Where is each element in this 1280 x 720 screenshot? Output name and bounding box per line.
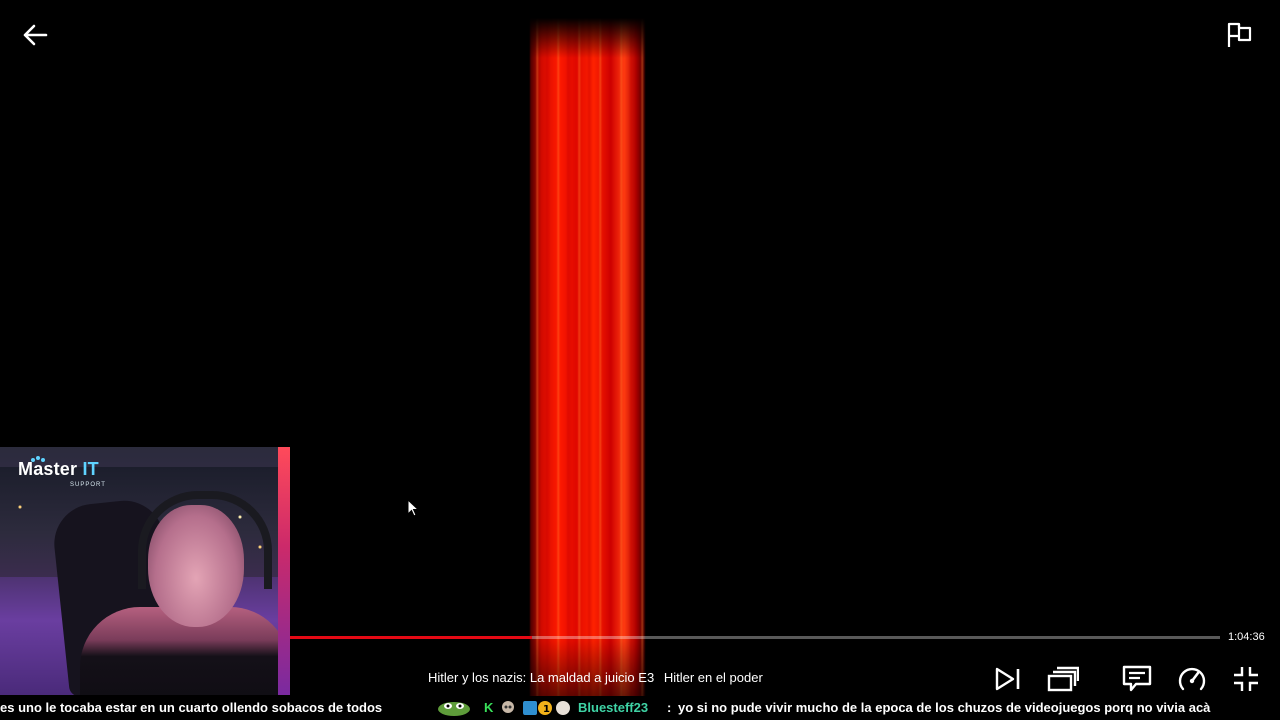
webcam-headset xyxy=(138,491,272,589)
sponsor-logo-subtitle: SUPPORT xyxy=(70,482,106,488)
chat-separator: : xyxy=(667,700,672,715)
mouse-pointer-icon xyxy=(407,499,419,517)
sponsor-logo: Master IT SUPPORT xyxy=(16,456,136,493)
playback-speed-icon xyxy=(1178,667,1206,691)
video-frame-red-light xyxy=(530,18,645,698)
subtitles-icon xyxy=(1122,665,1152,692)
episode-title: Hitler y los nazis: La maldad a juicio E… xyxy=(428,670,763,685)
chat-badges-icon: 1 xyxy=(523,701,570,715)
show-title: Hitler y los nazis: La maldad a juicio xyxy=(428,670,635,685)
exit-fullscreen-icon xyxy=(1234,667,1258,691)
chat-username: Bluesteff23 xyxy=(578,700,649,715)
streamer-webcam: Master IT SUPPORT xyxy=(0,447,290,695)
flag-icon[interactable] xyxy=(1222,18,1256,52)
next-episode-button[interactable] xyxy=(993,664,1023,694)
back-arrow-icon[interactable] xyxy=(18,18,52,52)
skull-emote-icon xyxy=(502,701,514,713)
progress-bar[interactable] xyxy=(290,636,1220,639)
exit-fullscreen-button[interactable] xyxy=(1231,664,1261,694)
next-episode-icon xyxy=(995,667,1020,691)
svg-text:1: 1 xyxy=(543,704,550,715)
frog-emote-icon xyxy=(438,702,470,716)
sponsor-logo-text: Master IT xyxy=(18,459,99,479)
episodes-icon xyxy=(1047,666,1080,692)
chat-message: yo si no pude vivir mucho de la epoca de… xyxy=(678,700,1211,715)
episodes-button[interactable] xyxy=(1047,664,1080,694)
progress-bar-fill xyxy=(290,636,532,639)
webcam-border-glow xyxy=(278,447,290,695)
chat-message: es uno le tocaba estar en un cuarto olle… xyxy=(0,700,383,715)
subtitles-button[interactable] xyxy=(1122,664,1152,694)
chat-ticker: es uno le tocaba estar en un cuarto olle… xyxy=(0,696,1280,720)
time-remaining: 1:04:36 xyxy=(1228,631,1265,643)
episode-code: E3 xyxy=(638,670,655,685)
episode-name: Hitler en el poder xyxy=(663,670,763,685)
chat-badge-letter: K xyxy=(484,700,494,715)
playback-speed-button[interactable] xyxy=(1177,664,1207,694)
